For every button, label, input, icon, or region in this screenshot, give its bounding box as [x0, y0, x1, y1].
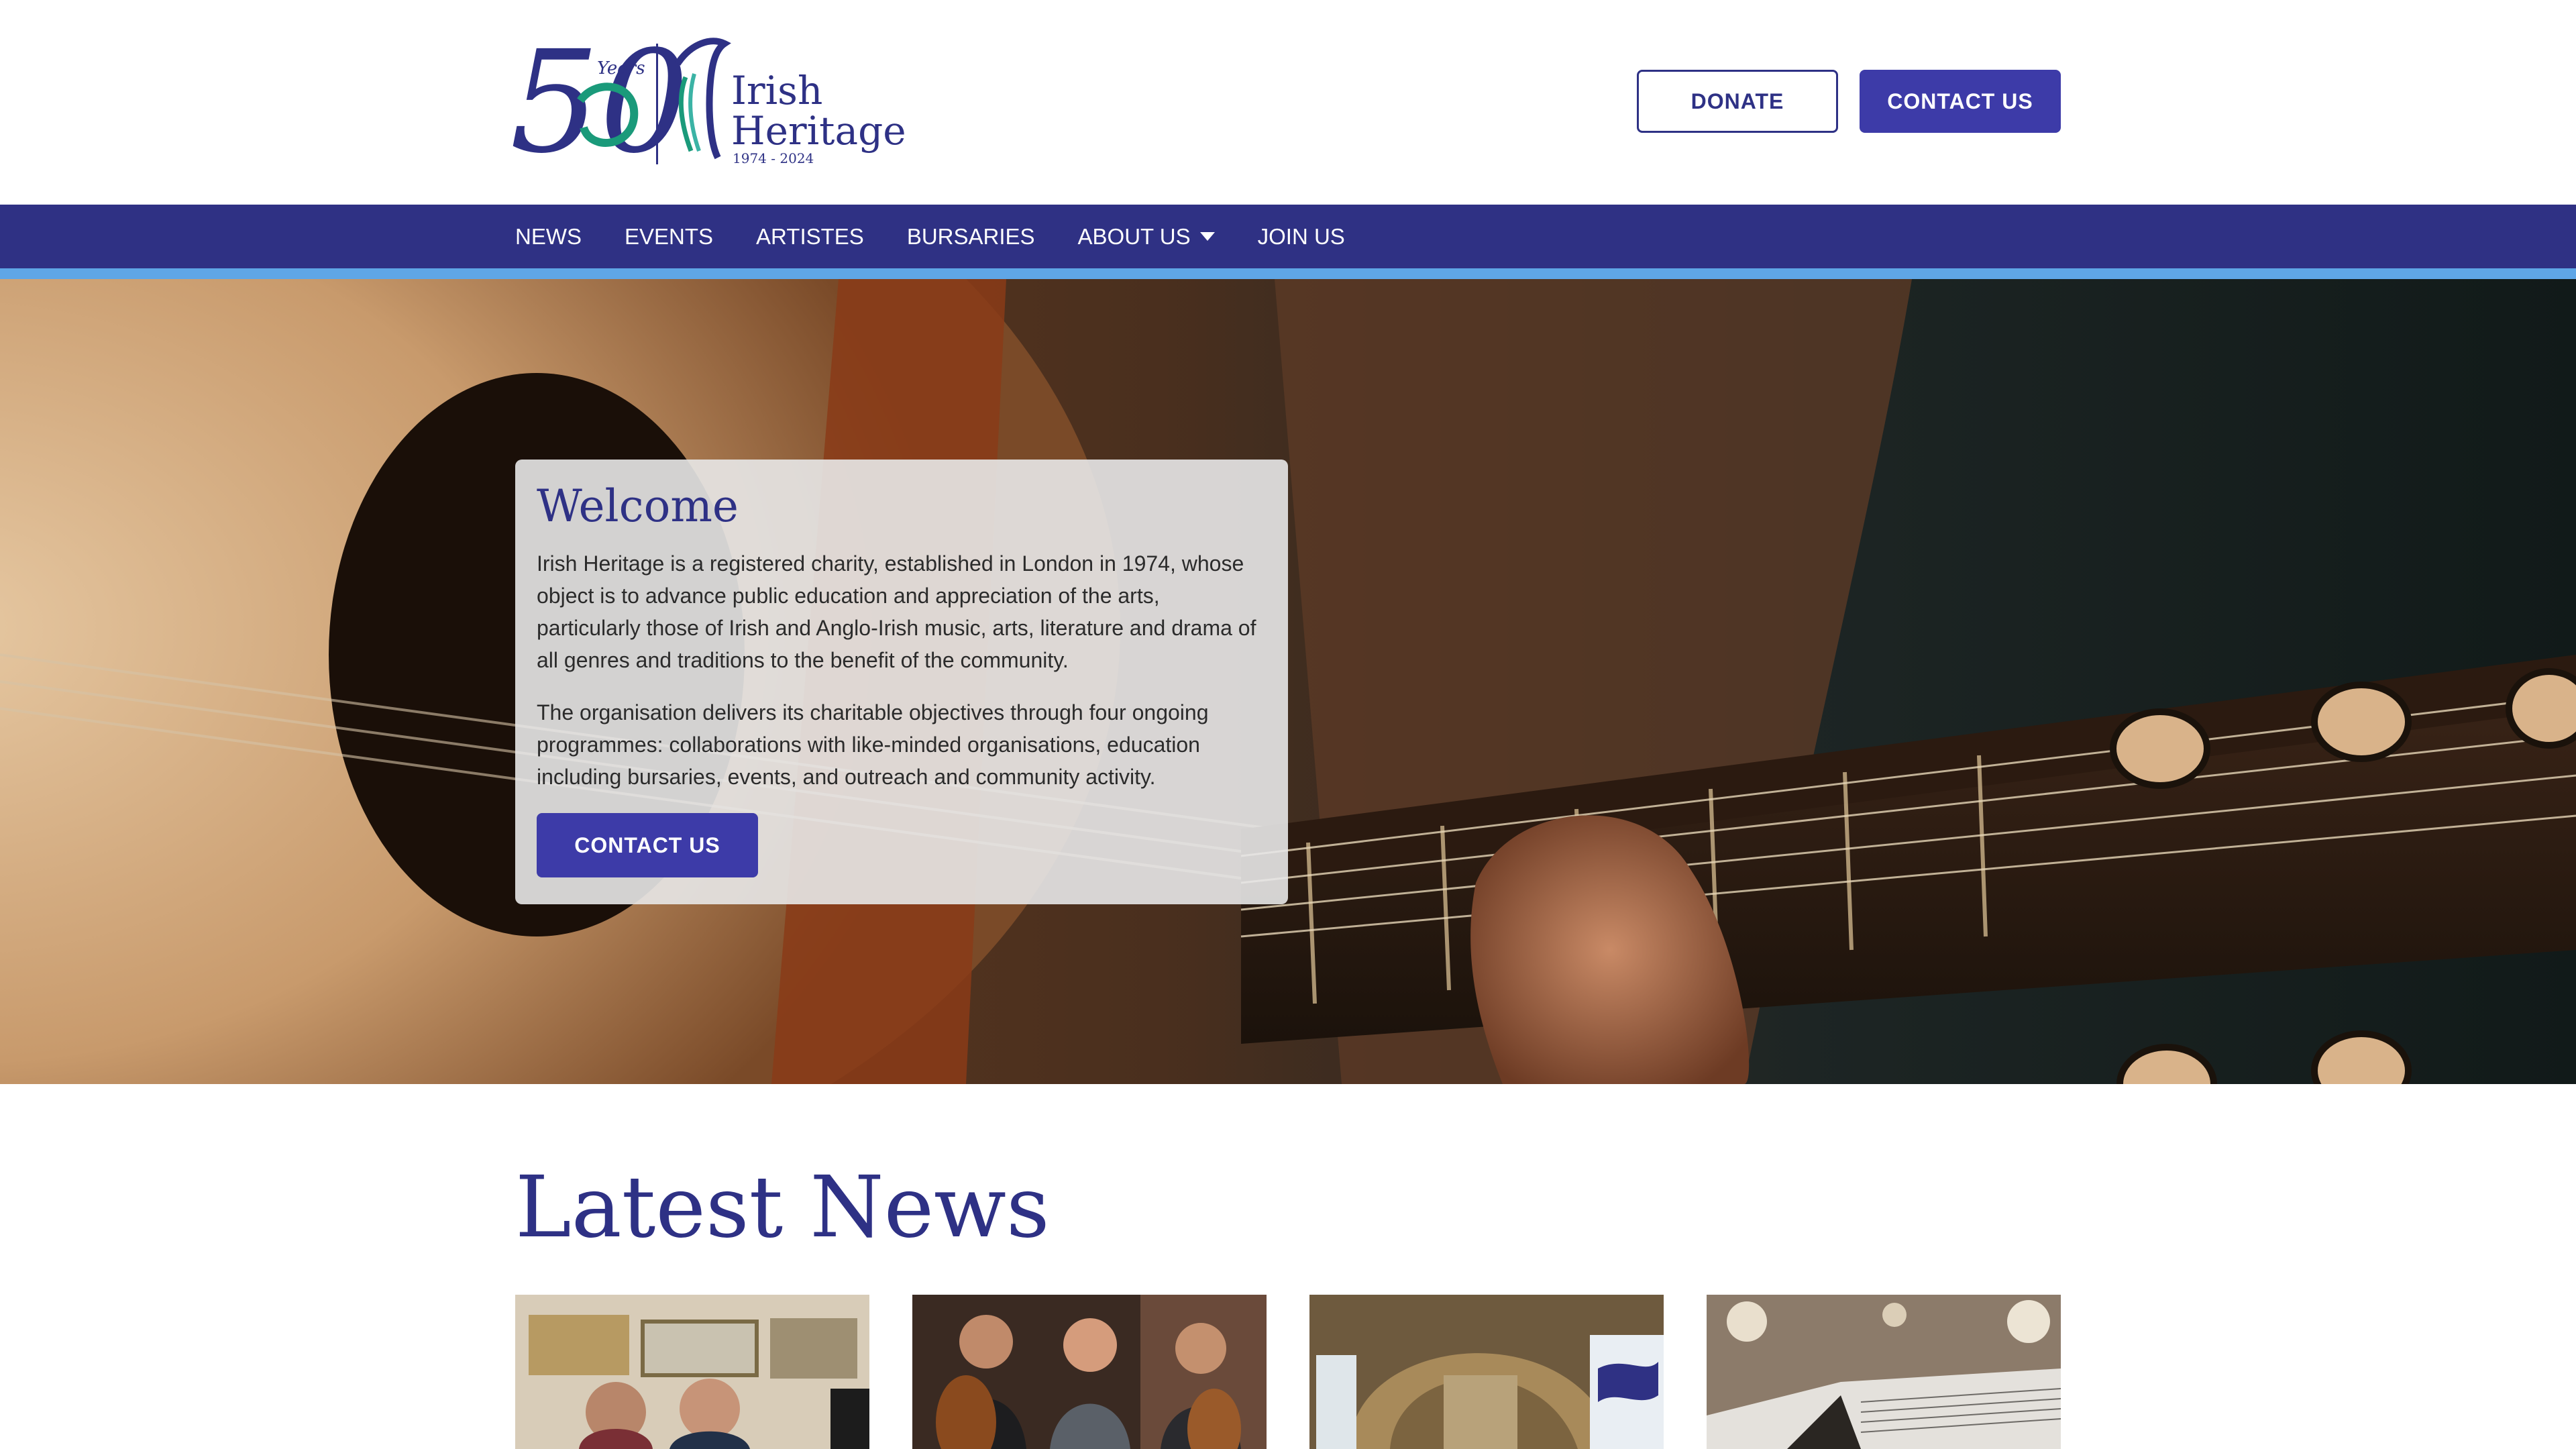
nav-item-join-us[interactable]: JOIN US: [1258, 224, 1345, 250]
nav-item-about-us[interactable]: ABOUT US: [1078, 224, 1215, 250]
news-card-image: [1707, 1295, 2061, 1449]
welcome-contact-button[interactable]: CONTACT US: [537, 813, 758, 877]
news-card[interactable]: [515, 1295, 869, 1449]
welcome-title: Welcome: [537, 480, 739, 532]
nav-accent-bar: [0, 268, 2576, 279]
site-header: 50 Years Irish Heritage 1974 - 2024 DONA…: [0, 0, 2576, 205]
nav-item-artistes[interactable]: ARTISTES: [756, 224, 864, 250]
donate-button[interactable]: DONATE: [1637, 70, 1838, 133]
nav-item-label: BURSARIES: [906, 223, 1035, 249]
news-card[interactable]: [1707, 1295, 2061, 1449]
caret-down-icon: [1199, 232, 1215, 241]
nav-item-events[interactable]: EVENTS: [625, 224, 713, 250]
logo-years-label: Years: [597, 58, 645, 78]
welcome-paragraph-1: Irish Heritage is a registered charity, …: [537, 551, 1256, 672]
nav-item-label: EVENTS: [625, 223, 714, 249]
site-logo[interactable]: 50 Years Irish Heritage 1974 - 2024: [510, 20, 912, 184]
news-card[interactable]: [912, 1295, 1267, 1449]
nav-item-label: ABOUT US: [1077, 223, 1191, 249]
nav-item-bursaries[interactable]: BURSARIES: [907, 224, 1035, 250]
welcome-panel: Welcome Irish Heritage is a registered c…: [515, 460, 1288, 904]
hero-banner: Welcome Irish Heritage is a registered c…: [0, 279, 2576, 1084]
news-card[interactable]: [1309, 1295, 1664, 1449]
main-navigation: NEWS EVENTS ARTISTES BURSARIES ABOUT US …: [0, 205, 2576, 268]
news-card-image: [515, 1295, 869, 1449]
hero-guitar-image: [0, 279, 2576, 1084]
page: 50 Years Irish Heritage 1974 - 2024 DONA…: [0, 0, 2576, 1449]
logo-dates: 1974 - 2024: [733, 150, 814, 166]
logo-name-line1: Irish: [731, 68, 822, 113]
header-contact-button[interactable]: CONTACT US: [1860, 70, 2061, 133]
news-card-image: [1309, 1295, 1664, 1449]
news-card-image: [912, 1295, 1267, 1449]
logo-fifty-number: 50: [510, 37, 689, 171]
latest-news-heading: Latest News: [515, 1158, 1050, 1256]
nav-item-label: ARTISTES: [756, 223, 864, 249]
nav-item-label: JOIN US: [1257, 223, 1345, 249]
nav-item-news[interactable]: NEWS: [515, 224, 582, 250]
nav-item-label: NEWS: [515, 223, 582, 249]
logo-name-line2: Heritage: [731, 108, 906, 154]
welcome-paragraph-2: The organisation delivers its charitable…: [537, 700, 1209, 789]
